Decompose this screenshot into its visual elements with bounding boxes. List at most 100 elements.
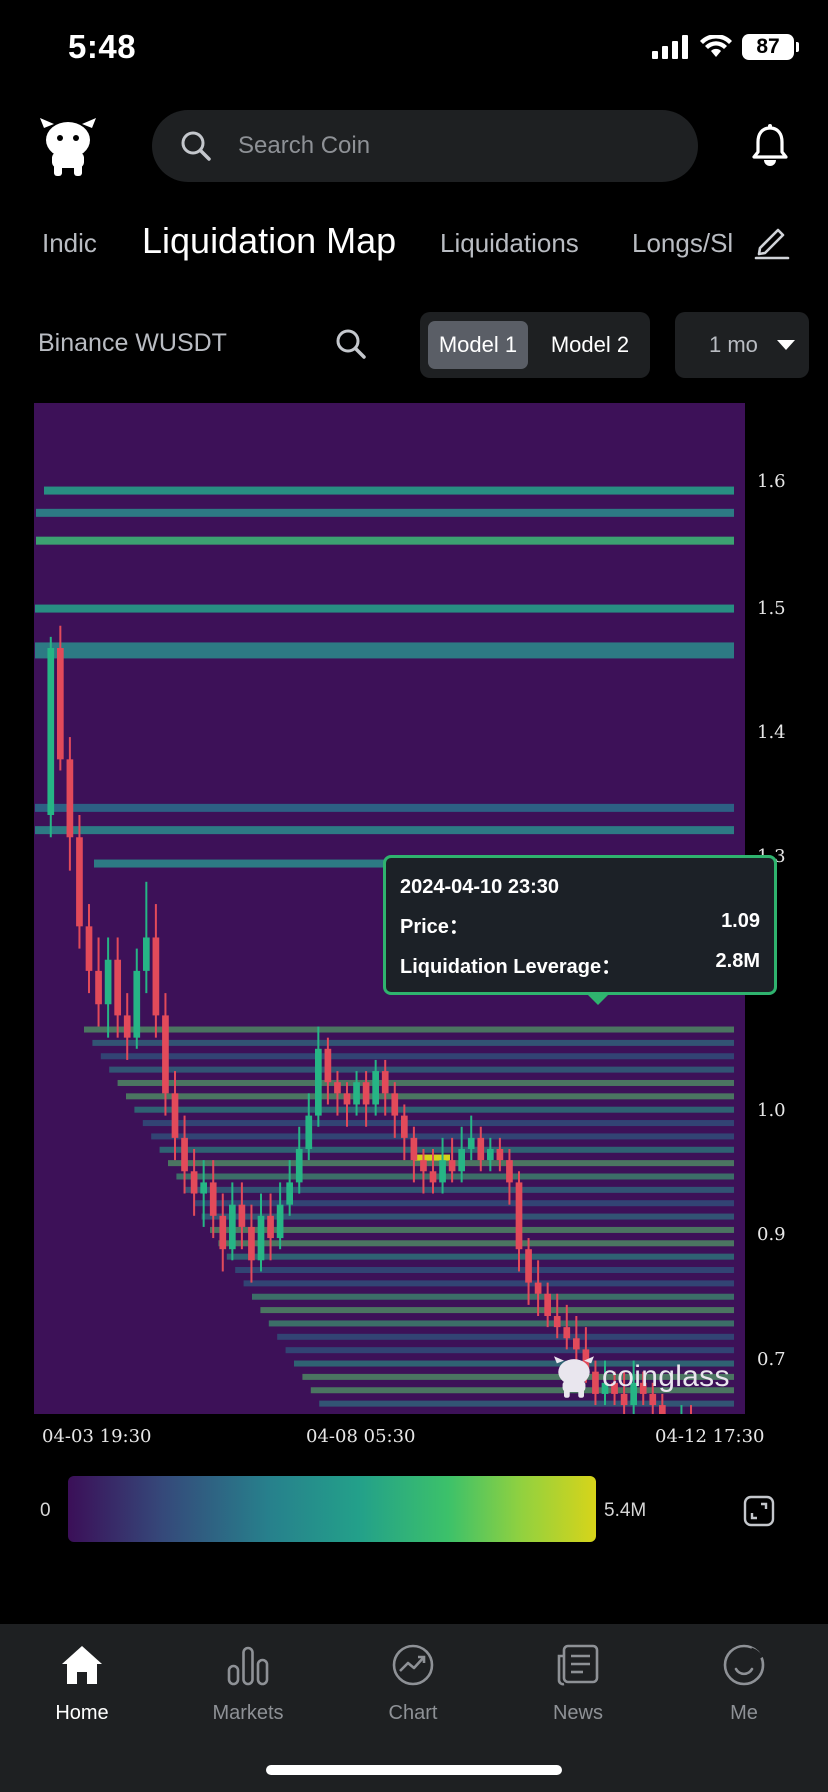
candle-body [477, 1137, 485, 1161]
candle-body [362, 1082, 370, 1105]
watermark-text: coinglass [602, 1360, 730, 1393]
liquidation-band [44, 486, 734, 495]
liquidation-band [159, 1146, 735, 1153]
liquidation-band [134, 1106, 734, 1113]
liquidation-band [35, 803, 734, 812]
liquidation-band [285, 1347, 734, 1354]
candle-body [553, 1316, 561, 1328]
candle-body [658, 1405, 666, 1414]
wifi-icon [700, 35, 732, 57]
liquidation-band [235, 1267, 734, 1274]
search-input[interactable]: Search Coin [152, 110, 698, 182]
candle-body [286, 1182, 294, 1205]
candle-body [343, 1093, 351, 1105]
candle-body [104, 959, 112, 1005]
candle-body [47, 648, 55, 815]
coinglass-logo[interactable] [40, 118, 96, 176]
model-1-button[interactable]: Model 1 [428, 321, 528, 369]
liquidation-band [210, 1226, 734, 1233]
tooltip-price-row: Price： 1.09 [400, 910, 760, 939]
nav-label: Home [55, 1702, 109, 1724]
caret-down-icon [777, 340, 795, 350]
liquidation-band [243, 1280, 734, 1287]
candle-body [400, 1115, 408, 1138]
signal-icon [652, 35, 688, 59]
bell-icon[interactable] [752, 124, 788, 166]
candle-body [372, 1071, 380, 1105]
coinglass-watermark-logo [554, 1356, 594, 1398]
y-tick-label: 1.6 [757, 471, 786, 492]
candle-body [209, 1182, 217, 1216]
liquidation-band [184, 1186, 735, 1193]
nav-label: Me [730, 1702, 758, 1724]
candle-body [467, 1137, 475, 1149]
nav-markets[interactable]: Markets [188, 1642, 308, 1725]
liquidation-band [35, 642, 734, 659]
legend-min-label: 0 [40, 1500, 51, 1521]
y-tick-label: 0.7 [757, 1349, 786, 1370]
liquidation-band [319, 1400, 734, 1407]
x-tick-label: 04-03 19:30 [42, 1426, 152, 1447]
chart-icon [392, 1644, 434, 1686]
liquidation-band [260, 1307, 734, 1314]
color-scale-bar[interactable] [68, 1476, 596, 1542]
pair-label[interactable]: Binance WUSDT [38, 329, 227, 358]
period-value: 1 mo [709, 332, 758, 357]
me-icon [723, 1644, 765, 1686]
markets-icon [227, 1646, 269, 1686]
liquidation-band [36, 536, 734, 545]
candle-wick [432, 1149, 434, 1194]
model-2-button[interactable]: Model 2 [540, 321, 640, 369]
legend-max-label: 5.4M [604, 1500, 647, 1521]
candle-body [391, 1093, 399, 1116]
home-indicator [266, 1765, 562, 1775]
candle-body [305, 1115, 313, 1149]
liquidation-band [218, 1240, 734, 1247]
liquidation-band [126, 1093, 734, 1100]
fullscreen-icon[interactable] [743, 1495, 775, 1527]
tab-liquidations[interactable]: Liquidations [440, 228, 579, 259]
nav-news[interactable]: News [518, 1642, 638, 1725]
search-placeholder: Search Coin [238, 132, 371, 159]
edit-tabs-icon[interactable] [752, 222, 790, 260]
candle-body [152, 937, 160, 1016]
candle-body [515, 1182, 523, 1250]
candle-body [66, 759, 74, 838]
x-tick-label: 04-12 17:30 [655, 1426, 765, 1447]
candle-body [228, 1204, 236, 1250]
tooltip-leverage-row: Liquidation Leverage： 2.8M [400, 950, 760, 979]
candle-body [410, 1137, 418, 1161]
y-tick-label: 1.0 [757, 1100, 786, 1121]
candle-body [572, 1338, 580, 1350]
candle-body [496, 1149, 504, 1161]
candle-body [85, 926, 93, 971]
home-icon [62, 1646, 102, 1684]
candle-body [353, 1082, 360, 1105]
model-toggle: Model 1 Model 2 [420, 312, 650, 378]
candle-body [114, 959, 122, 1016]
candle-body [142, 937, 150, 971]
coinglass-watermark: coinglass [554, 1356, 730, 1398]
tab-indicators[interactable]: Indic [42, 228, 97, 259]
nav-me[interactable]: Me [684, 1642, 804, 1725]
liquidation-band [36, 508, 734, 517]
period-select[interactable]: 1 mo [675, 312, 809, 378]
candle-body [123, 1015, 131, 1038]
nav-chart[interactable]: Chart [353, 1642, 473, 1725]
nav-label: Markets [212, 1702, 284, 1724]
chart-tooltip: 2024-04-10 23:30 Price： 1.09 Liquidation… [383, 855, 777, 1005]
nav-home[interactable]: Home [22, 1642, 142, 1725]
liquidation-band [277, 1333, 734, 1340]
tab-scroll: Indic Liquidation Map Liquidations Longs… [0, 220, 740, 276]
liquidation-band [109, 1066, 734, 1073]
status-icons: 87 [652, 34, 799, 60]
candle-body [248, 1226, 255, 1261]
candle-body [429, 1171, 437, 1183]
pair-search-icon[interactable] [335, 328, 367, 360]
tooltip-leverage-value: 2.8M [715, 950, 760, 972]
tab-longs-shorts[interactable]: Longs/Sl [632, 228, 733, 259]
nav-label: Chart [388, 1702, 438, 1724]
tooltip-leverage-label: Liquidation Leverage： [400, 956, 622, 978]
candle-body [448, 1160, 456, 1172]
tab-liquidation-map[interactable]: Liquidation Map [142, 220, 396, 262]
